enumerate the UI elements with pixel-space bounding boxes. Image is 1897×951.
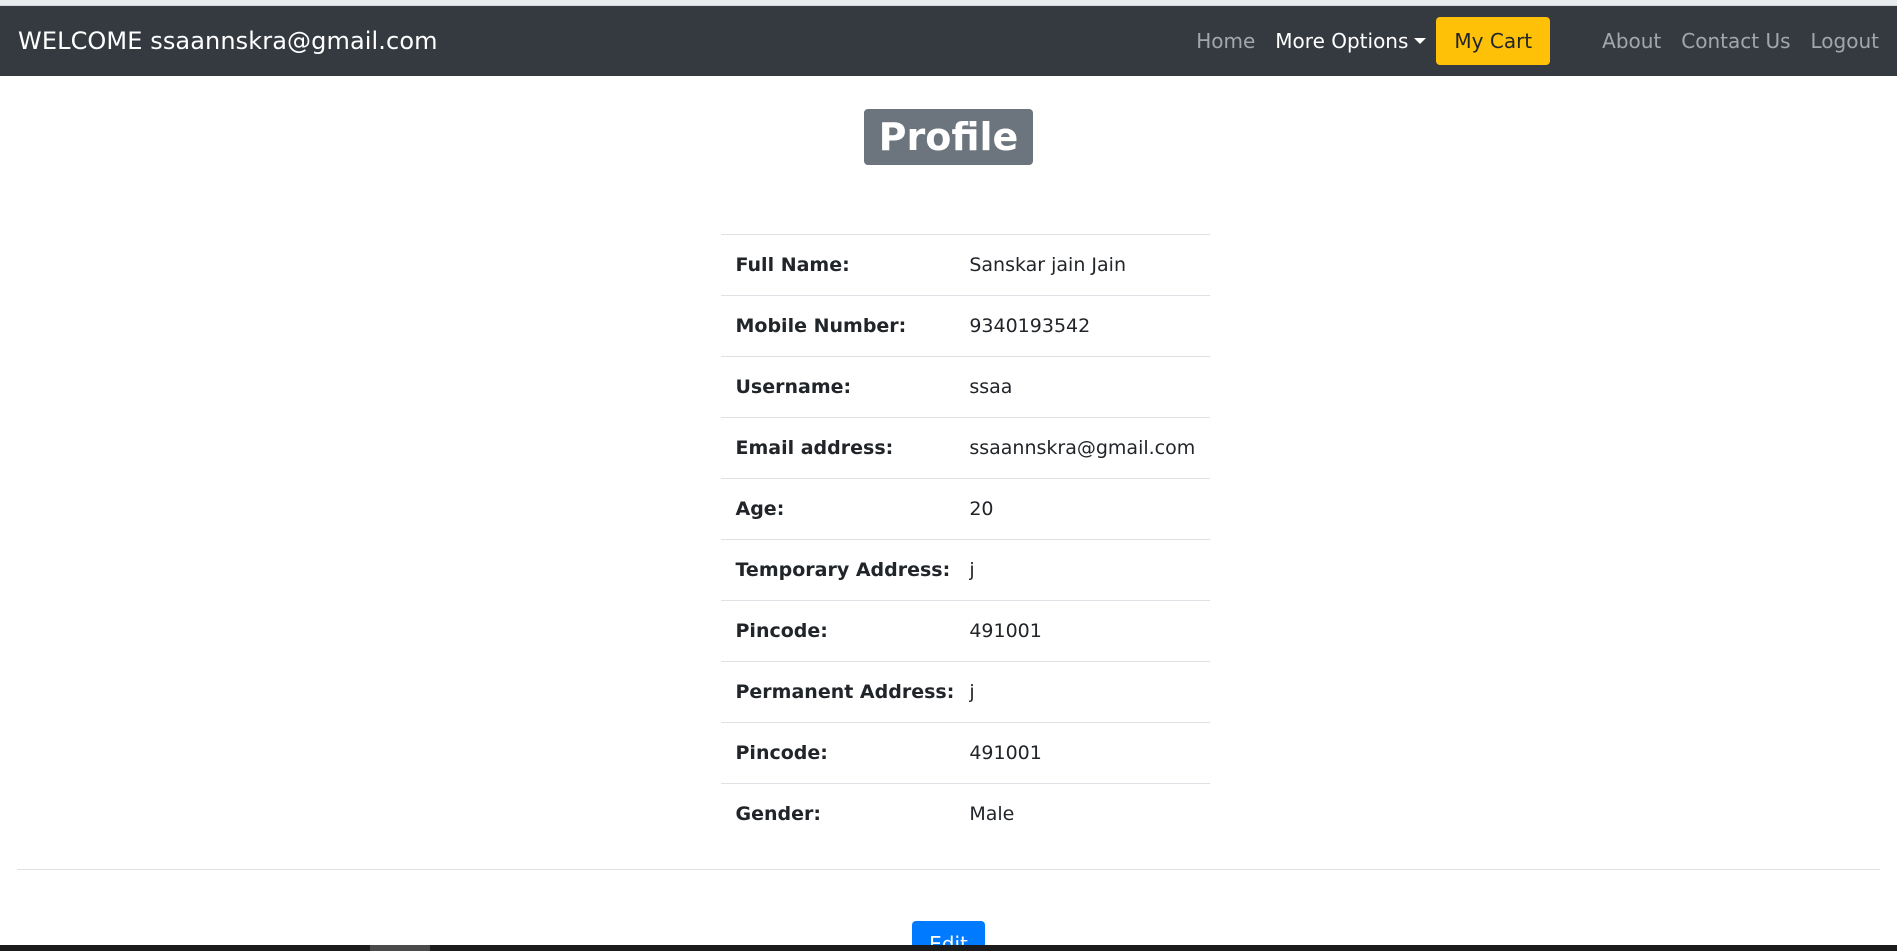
row-label: Pincode: <box>720 722 970 784</box>
profile-row-full-name: Full Name: Sanskar jain Jain <box>720 234 1211 296</box>
welcome-brand[interactable]: WELCOME ssaannskra@gmail.com <box>18 27 438 55</box>
profile-row-age: Age: 20 <box>720 478 1211 540</box>
row-label: Pincode: <box>720 600 970 662</box>
row-value: 9340193542 <box>969 295 1211 357</box>
profile-table-wrap: Full Name: Sanskar jain Jain Mobile Numb… <box>720 234 1211 845</box>
row-value: ssaannskra@gmail.com <box>969 417 1211 479</box>
profile-row-mobile: Mobile Number: 9340193542 <box>720 295 1211 357</box>
nav-home-link[interactable]: Home <box>1196 29 1255 53</box>
more-options-label: More Options <box>1275 29 1409 53</box>
profile-row-temporary-address: Temporary Address: j <box>720 539 1211 601</box>
profile-row-username: Username: ssaa <box>720 356 1211 418</box>
row-label: Temporary Address: <box>720 539 970 601</box>
profile-title: Profile <box>863 109 1034 165</box>
top-navbar: WELCOME ssaannskra@gmail.com Home More O… <box>0 6 1897 76</box>
nav-about-link[interactable]: About <box>1602 29 1661 53</box>
profile-row-gender: Gender: Male <box>720 783 1211 845</box>
row-value: 491001 <box>969 722 1211 784</box>
profile-row-pincode-permanent: Pincode: 491001 <box>720 722 1211 784</box>
row-label: Email address: <box>720 417 970 479</box>
row-label: Age: <box>720 478 970 540</box>
profile-table: Full Name: Sanskar jain Jain Mobile Numb… <box>720 234 1211 845</box>
profile-row-pincode-temporary: Pincode: 491001 <box>720 600 1211 662</box>
row-value: 491001 <box>969 600 1211 662</box>
row-label: Username: <box>720 356 970 418</box>
nav-links: Home More Options My Cart About Contact … <box>1196 6 1879 76</box>
row-value: 20 <box>969 478 1211 540</box>
scrollbar-thumb[interactable] <box>370 945 430 951</box>
profile-row-email: Email address: ssaannskra@gmail.com <box>720 417 1211 479</box>
row-label: Gender: <box>720 783 970 845</box>
nav-more-options-dropdown[interactable]: More Options <box>1275 29 1427 53</box>
section-divider <box>17 868 1880 870</box>
profile-title-wrap: Profile <box>0 109 1897 165</box>
nav-logout-link[interactable]: Logout <box>1811 29 1879 53</box>
row-value: Male <box>969 783 1211 845</box>
nav-contact-link[interactable]: Contact Us <box>1681 29 1790 53</box>
row-label: Mobile Number: <box>720 295 970 357</box>
profile-row-permanent-address: Permanent Address: j <box>720 661 1211 723</box>
row-value: Sanskar jain Jain <box>969 234 1211 296</box>
my-cart-button[interactable]: My Cart <box>1436 17 1551 65</box>
caret-down-icon <box>1414 37 1427 44</box>
row-value: ssaa <box>969 356 1211 418</box>
row-value: j <box>969 661 1211 723</box>
row-label: Permanent Address: <box>720 661 970 723</box>
row-label: Full Name: <box>720 234 970 296</box>
row-value: j <box>969 539 1211 601</box>
horizontal-scrollbar[interactable] <box>0 945 1897 951</box>
